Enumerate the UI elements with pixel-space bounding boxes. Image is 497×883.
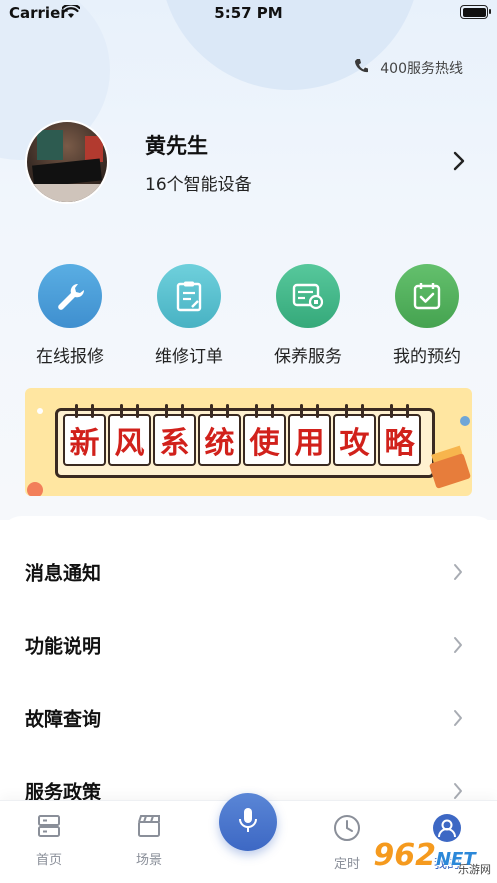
hotline-label: 400服务热线 [380,61,463,77]
menu-item-features[interactable]: 功能说明 [0,605,497,678]
battery-icon [460,5,491,19]
watermark-logo: 962NET 乐游网 [352,828,497,883]
status-bar: Carrier 5:57 PM [0,0,497,26]
banner-char: 使 [243,404,286,466]
microphone-icon [237,806,259,838]
menu-item-label: 消息通知 [25,562,102,585]
clipboard-icon [157,264,221,328]
tab-home[interactable]: 首页 [19,813,79,868]
quick-actions: 在线报修 维修订单 保养服务 我的预约 [0,264,497,374]
action-repair-orders[interactable]: 维修订单 [139,264,239,367]
watermark-sub: 乐游网 [458,863,491,876]
action-online-repair[interactable]: 在线报修 [20,264,120,367]
device-count: 16个智能设备 [145,175,252,195]
banner-char: 用 [288,404,331,466]
tab-scenes[interactable]: 场景 [119,813,179,868]
clapperboard-icon [135,815,163,843]
menu-item-fault-lookup[interactable]: 故障查询 [0,678,497,751]
clock-time: 5:57 PM [214,4,283,22]
banner-char: 略 [378,404,421,466]
service-icon [276,264,340,328]
calendar-check-icon [395,264,459,328]
action-label: 保养服务 [274,347,342,367]
wrench-icon [38,264,102,328]
banner-char: 风 [108,404,151,466]
avatar[interactable] [25,120,109,204]
action-label: 在线报修 [36,347,104,367]
banner-char: 系 [153,404,196,466]
menu-list: 消息通知 功能说明 故障查询 服务政策 [0,516,497,816]
banner-char: 攻 [333,404,376,466]
banner-char: 新 [63,404,106,466]
banner-char: 统 [198,404,241,466]
promo-banner[interactable]: 新 风 系 统 使 用 攻 略 [25,388,472,496]
service-hotline[interactable]: 400服务热线 [354,58,463,78]
tab-label: 场景 [135,853,162,868]
voice-button[interactable] [219,793,277,851]
menu-item-label: 功能说明 [25,635,102,658]
tab-label: 首页 [35,853,62,868]
chevron-right-icon [452,708,464,732]
home-server-icon [36,815,62,843]
phone-icon [354,58,369,78]
user-name: 黄先生 [145,134,208,158]
action-maintenance[interactable]: 保养服务 [258,264,358,367]
watermark-text: 962 [373,838,436,873]
chevron-right-icon [452,635,464,659]
action-my-appointments[interactable]: 我的预约 [377,264,477,367]
chevron-right-icon[interactable] [452,150,466,176]
action-label: 维修订单 [155,347,223,367]
chevron-right-icon [452,562,464,586]
menu-item-label: 故障查询 [25,708,102,731]
action-label: 我的预约 [393,347,461,367]
banner-title: 新 风 系 统 使 用 攻 略 [63,404,423,466]
menu-item-notifications[interactable]: 消息通知 [0,532,497,605]
